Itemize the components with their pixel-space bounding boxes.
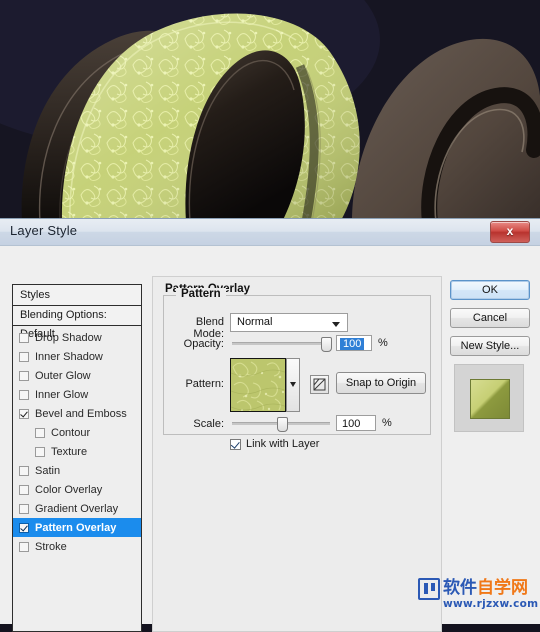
blend-mode-value: Normal [237,316,273,328]
cancel-button[interactable]: Cancel [450,308,530,328]
link-with-layer-checkbox[interactable] [230,438,241,450]
styles-list-item[interactable]: Bevel and Emboss [13,404,141,423]
styles-list-item-checkbox[interactable] [19,332,29,343]
watermark-text-blue: 软件 [443,578,477,598]
ok-button[interactable]: OK [450,280,530,300]
styles-list-item-checkbox[interactable] [19,465,29,476]
link-with-layer-label: Link with Layer [246,438,320,450]
preview-swatch [470,379,510,419]
pattern-picker-dropdown[interactable] [286,358,300,412]
styles-list-item-label: Satin [35,464,61,477]
styles-list: Drop Shadow Inner Shadow Outer Glow Inner G… [13,326,141,556]
styles-list-item-checkbox[interactable] [19,408,29,419]
opacity-slider-thumb[interactable] [321,337,332,352]
styles-list-item-label: Gradient Overlay [35,502,119,515]
styles-list-item-label: Contour [51,426,91,439]
opacity-label: Opacity: [183,338,224,350]
watermark-logo-icon [418,578,440,600]
styles-list-item-checkbox[interactable] [35,427,45,438]
chevron-down-icon [332,322,340,327]
opacity-slider[interactable] [232,336,332,352]
styles-list-item-checkbox[interactable] [19,503,29,514]
scale-slider-thumb[interactable] [277,417,288,432]
artwork-canvas [0,0,540,222]
styles-list-item[interactable]: Gradient Overlay [13,499,141,518]
link-with-layer-checkbox-row[interactable]: Link with Layer [230,438,319,450]
opacity-input[interactable]: 100 [336,335,372,351]
chevron-down-icon [290,382,296,387]
styles-list-item-label: Pattern Overlay [35,521,117,534]
scale-slider[interactable] [232,416,330,432]
pattern-fieldset: Pattern Blend Mode: Normal Opacity: 100 … [163,288,431,450]
styles-list-item[interactable]: Outer Glow [13,366,141,385]
layer-style-dialog: Layer Style x Styles Blending Options: D… [0,218,540,632]
styles-list-item-label: Drop Shadow [35,331,102,344]
watermark-url: www.rjzxw.com [443,598,539,610]
scale-unit: % [382,417,392,429]
styles-list-item[interactable]: Satin [13,461,141,480]
blend-mode-dropdown[interactable]: Normal [230,313,348,332]
new-pattern-icon [313,378,326,391]
close-icon: x [506,224,514,238]
fieldset-legend: Pattern [176,288,226,300]
pattern-label: Pattern: [185,378,224,390]
style-preview-thumbnail [454,364,524,432]
dialog-actions: OK Cancel New Style... Preview [450,280,530,432]
styles-list-item-label: Inner Glow [35,388,89,401]
styles-list-item-checkbox[interactable] [19,351,29,362]
watermark-text: 软件自学网 [443,577,528,599]
styles-list-item[interactable]: Contour [13,423,141,442]
styles-list-item-label: Texture [51,445,88,458]
styles-list-item-label: Inner Shadow [35,350,103,363]
styles-list-item[interactable]: Inner Glow [13,385,141,404]
new-style-button[interactable]: New Style... [450,336,530,356]
pattern-preview-swatch[interactable] [230,358,286,412]
styles-list-item[interactable]: Stroke [13,537,141,556]
opacity-value: 100 [340,338,365,350]
pattern-texture [231,359,285,411]
blend-mode-label: Blend Mode: [193,316,224,340]
styles-list-item-checkbox[interactable] [19,484,29,495]
scale-label: Scale: [193,418,224,430]
styles-list-panel: Styles Blending Options: Default Drop Sh… [12,284,142,632]
close-button[interactable]: x [490,221,530,243]
blending-options-row[interactable]: Blending Options: Default [13,306,141,340]
styles-list-item[interactable]: Pattern Overlay [13,518,141,537]
styles-list-item[interactable]: Color Overlay [13,480,141,499]
styles-list-item-label: Stroke [35,540,67,553]
styles-list-item-checkbox[interactable] [35,446,45,457]
scale-input[interactable]: 100 [336,415,376,431]
snap-to-origin-button[interactable]: Snap to Origin [336,372,426,394]
styles-list-item-label: Bevel and Emboss [35,407,127,420]
styles-list-item-label: Outer Glow [35,369,91,382]
scale-value: 100 [342,418,361,430]
site-watermark: 软件自学网 www.rjzxw.com [418,577,538,614]
styles-list-item-checkbox[interactable] [19,522,29,533]
styles-list-item-checkbox[interactable] [19,541,29,552]
watermark-text-orange: 自学网 [477,578,528,598]
ornate-letter-d-illustration [0,0,540,222]
dialog-body: Styles Blending Options: Default Drop Sh… [0,246,540,632]
styles-list-item[interactable]: Inner Shadow [13,347,141,366]
opacity-unit: % [378,337,388,349]
styles-list-item[interactable]: Texture [13,442,141,461]
dialog-titlebar: Layer Style x [0,219,540,246]
pattern-overlay-settings-panel: Pattern Overlay Pattern Blend Mode: Norm… [152,276,442,632]
styles-list-item-checkbox[interactable] [19,370,29,381]
dialog-title: Layer Style [10,223,78,238]
opacity-slider-track [232,342,330,345]
new-pattern-button[interactable] [310,375,329,394]
styles-list-item-checkbox[interactable] [19,389,29,400]
styles-list-item-label: Color Overlay [35,483,103,496]
styles-header[interactable]: Styles [13,285,141,306]
